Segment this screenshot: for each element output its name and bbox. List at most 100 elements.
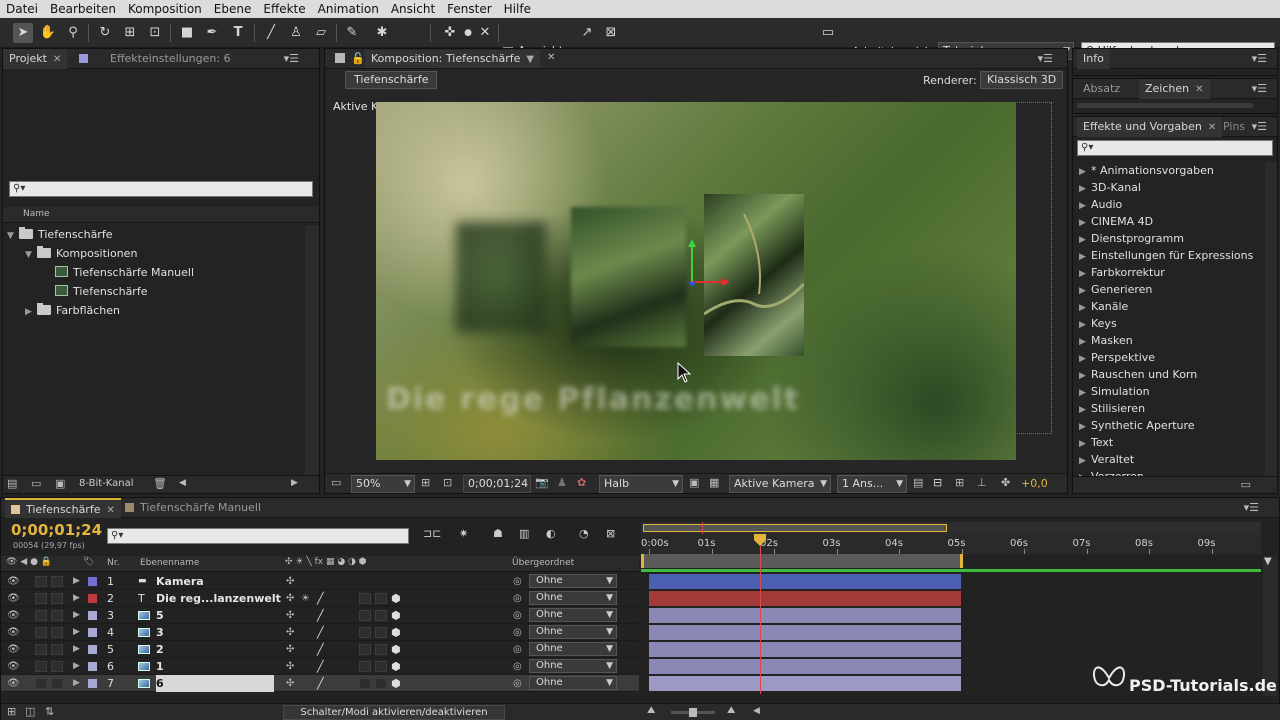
menu-ansicht[interactable]: Ansicht xyxy=(385,2,441,16)
comp-viewer-canvas[interactable]: Die rege Pflanzenwelt xyxy=(376,102,1016,460)
close-icon[interactable]: ✕ xyxy=(547,52,555,63)
bit-depth-button[interactable]: 8-Bit-Kanal xyxy=(79,478,134,489)
always-preview-icon[interactable]: ▭ xyxy=(331,476,341,489)
motion-blur-icon[interactable]: ◐ xyxy=(546,527,556,540)
timeline-icon[interactable]: ⊞ xyxy=(955,476,964,489)
zoom-in-icon[interactable]: ⛰ xyxy=(727,705,735,716)
layer-duration-bar[interactable] xyxy=(649,676,961,691)
panel-menu-icon[interactable]: ▾☰ xyxy=(1252,52,1267,65)
effect-category-item[interactable]: ▶ Synthetic Aperture xyxy=(1079,417,1195,434)
transparency-grid-icon[interactable]: ▦ xyxy=(709,476,719,489)
show-snapshot-icon[interactable]: ♟ xyxy=(557,476,567,489)
menu-animation[interactable]: Animation xyxy=(312,2,385,16)
view-layout-dropdown[interactable]: 1 Ans... ▼ xyxy=(837,475,907,493)
tree-item-farbflaechen-folder[interactable]: ▶ Farbflächen xyxy=(25,301,120,320)
effect-category-item[interactable]: ▶ Kanäle xyxy=(1079,298,1128,315)
pen-tool-icon[interactable]: ✒ xyxy=(202,23,222,43)
tab-timeline-manuell[interactable]: Tiefenschärfe Manuell xyxy=(119,498,267,518)
timeline-timecode[interactable]: 0;00;01;24 xyxy=(11,521,102,539)
menu-ebene[interactable]: Ebene xyxy=(208,2,258,16)
toggle-pixel-aspect-icon[interactable]: ▤ xyxy=(913,476,923,489)
selection-tool-icon[interactable]: ➤ xyxy=(13,23,33,43)
panel-menu-icon[interactable]: ▾☰ xyxy=(1252,120,1267,133)
menu-fenster[interactable]: Fenster xyxy=(441,2,498,16)
transfer-controls-toggle-icon[interactable]: ◫ xyxy=(25,705,35,718)
interpret-footage-icon[interactable]: ▤ xyxy=(7,477,17,490)
view-axis-icon[interactable]: ✕ xyxy=(475,23,495,43)
new-preset-icon[interactable]: ▭ xyxy=(1241,478,1251,491)
brainstorm-icon[interactable]: ◔ xyxy=(579,527,589,540)
tab-absatz[interactable]: Absatz xyxy=(1077,79,1126,99)
menu-effekte[interactable]: Effekte xyxy=(257,2,311,16)
tree-item-comp-manuell[interactable]: Tiefenschärfe Manuell xyxy=(55,263,194,282)
effect-category-item[interactable]: ▶ Generieren xyxy=(1079,281,1152,298)
effect-category-item[interactable]: ▶ Stilisieren xyxy=(1079,400,1145,417)
new-folder-icon[interactable]: ▭ xyxy=(31,477,41,490)
region-of-interest-icon[interactable]: ▣ xyxy=(689,476,699,489)
safe-margins-icon[interactable]: ⊡ xyxy=(443,476,452,489)
draft-3d-icon[interactable]: ✷ xyxy=(459,527,468,540)
tab-project[interactable]: Projekt ✕ xyxy=(3,49,68,69)
tab-timeline-tiefenschaerfe[interactable]: Tiefenschärfe ✕ xyxy=(5,498,121,518)
channel-icon[interactable]: ✿ xyxy=(577,476,586,489)
panel-menu-icon[interactable]: ▾☰ xyxy=(1244,501,1259,514)
effect-category-item[interactable]: ▶ Rauschen und Korn xyxy=(1079,366,1197,383)
effect-category-item[interactable]: ▶ Veraltet xyxy=(1079,451,1134,468)
time-navigator-range[interactable] xyxy=(643,524,947,532)
project-scrollbar[interactable] xyxy=(305,225,319,475)
panel-menu-icon[interactable]: ▾☰ xyxy=(284,52,299,65)
layer-switches-toggle-icon[interactable]: ⊞ xyxy=(7,705,16,718)
layer-duration-bar[interactable] xyxy=(649,642,961,657)
shy-layers-icon[interactable]: ☗ xyxy=(493,527,503,540)
scroll-right-icon[interactable]: ▶ xyxy=(291,478,298,488)
layer-duration-bar[interactable] xyxy=(649,659,961,674)
timeline-zoom-slider[interactable] xyxy=(671,708,715,717)
pan-behind-tool-icon[interactable]: ⊡ xyxy=(145,23,165,43)
in-out-toggle-icon[interactable]: ⇅ xyxy=(45,705,54,718)
local-axis-icon[interactable]: ✜ xyxy=(440,23,460,43)
character-scrollbar[interactable] xyxy=(1077,103,1253,108)
effect-category-item[interactable]: ▶ Einstellungen für Expressions xyxy=(1079,247,1253,264)
camera-view-dropdown[interactable]: Aktive Kamera ▼ xyxy=(729,475,831,493)
panel-menu-icon[interactable]: ▾☰ xyxy=(1038,52,1053,65)
effects-search-input[interactable]: ⚲▾ xyxy=(1077,140,1273,156)
text-tool-icon[interactable]: T xyxy=(228,23,248,43)
effect-category-item[interactable]: ▶ Perspektive xyxy=(1079,349,1155,366)
effect-category-item[interactable]: ▶ Audio xyxy=(1079,196,1122,213)
scroll-left-icon[interactable]: ◀ xyxy=(753,706,760,716)
renderer-button[interactable]: Klassisch 3D xyxy=(980,71,1064,89)
comp-mini-flowchart-icon[interactable]: ⊐⊏ xyxy=(423,527,441,540)
reset-exposure-icon[interactable]: ✤ xyxy=(1001,476,1010,489)
panel-menu-icon[interactable]: ▾☰ xyxy=(1252,82,1267,95)
effect-category-item[interactable]: ▶ CINEMA 4D xyxy=(1079,213,1153,230)
effect-category-item[interactable]: ▶ Simulation xyxy=(1079,383,1150,400)
layer-duration-bar[interactable] xyxy=(649,574,961,589)
menu-datei[interactable]: Datei xyxy=(0,2,44,16)
tab-info[interactable]: Info xyxy=(1077,49,1110,69)
work-area-bar[interactable] xyxy=(641,554,963,568)
rectangle-tool-icon[interactable]: ■ xyxy=(177,23,197,43)
menu-komposition[interactable]: Komposition xyxy=(122,2,208,16)
effect-category-item[interactable]: ▶ Farbkorrektur xyxy=(1079,264,1165,281)
effect-category-item[interactable]: ▶ 3D-Kanal xyxy=(1079,179,1141,196)
time-ruler[interactable]: 0:00s 01s 02s 03s 04s 05s 06s 07s 08s 09s xyxy=(641,534,1261,554)
effect-category-item[interactable]: ▶ Text xyxy=(1079,434,1113,451)
clone-stamp-tool-icon[interactable]: ♙ xyxy=(286,23,306,43)
flowchart-icon[interactable]: ⊥ xyxy=(977,476,987,489)
fast-previews-icon[interactable]: ⊟ xyxy=(933,476,942,489)
camera-orbit-tool-icon[interactable]: ⊞ xyxy=(120,23,140,43)
scroll-left-icon[interactable]: ◀ xyxy=(179,478,186,488)
effects-scrollbar[interactable] xyxy=(1265,162,1277,476)
current-time-display[interactable]: 0;00;01;24 xyxy=(463,475,531,493)
brush-tool-icon[interactable]: ╱ xyxy=(261,23,281,43)
tree-item-comp-tiefenschaerfe[interactable]: Tiefenschärfe xyxy=(55,282,147,301)
effect-category-item[interactable]: ▶ * Animationsvorgaben xyxy=(1079,162,1214,179)
tree-item-tiefenschaerfe-folder[interactable]: ▼ Tiefenschärfe xyxy=(7,225,112,244)
puppet-tool-icon[interactable]: ✱ xyxy=(372,23,392,43)
project-search-input[interactable]: ⚲▾ xyxy=(9,181,313,197)
tree-item-kompositionen-folder[interactable]: ▼ Kompositionen xyxy=(25,244,137,263)
switches-modes-toggle-button[interactable]: Schalter/Modi aktivieren/deaktivieren xyxy=(283,705,505,720)
tab-zeichen[interactable]: Zeichen ✕ xyxy=(1139,79,1210,99)
tab-effects-settings[interactable]: Effekteinstellungen: 6 xyxy=(73,49,237,69)
trash-icon[interactable]: 🗑 xyxy=(153,477,167,490)
